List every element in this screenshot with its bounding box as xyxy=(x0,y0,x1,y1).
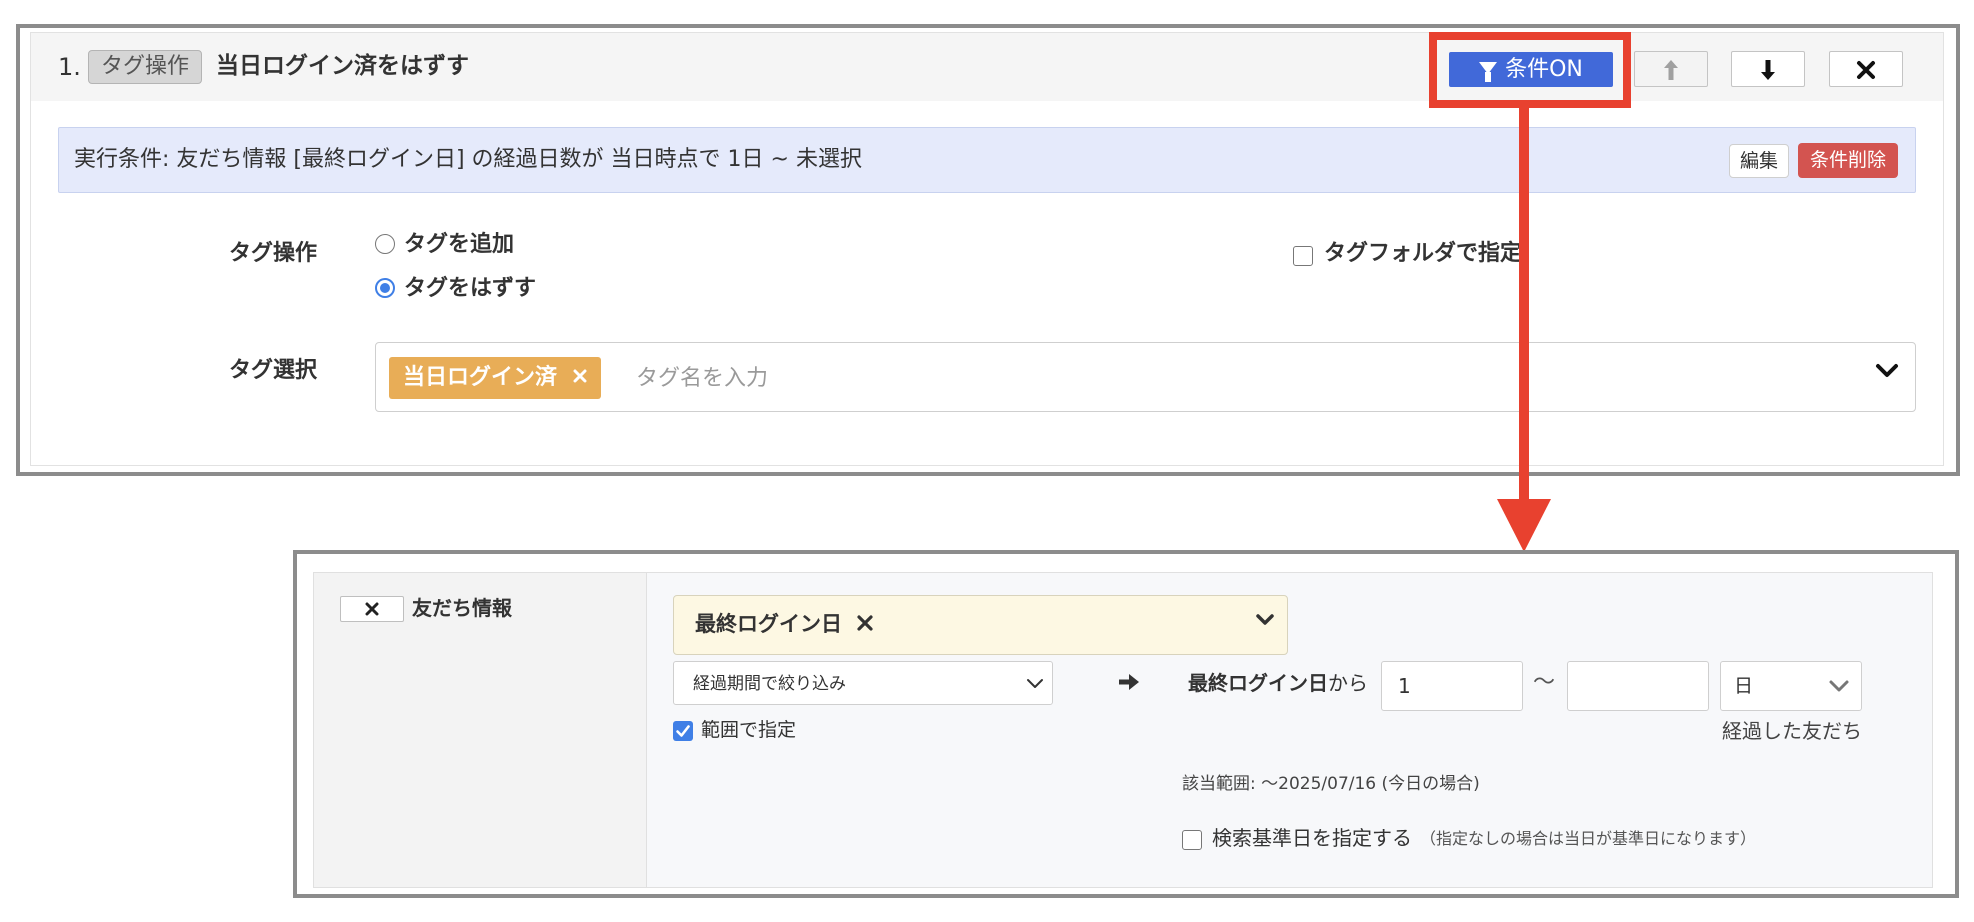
selected-tag-label: 当日ログイン済 xyxy=(403,365,558,390)
tag-name-input[interactable] xyxy=(636,362,1536,394)
radio-add-tag-label[interactable]: タグを追加 xyxy=(404,230,514,260)
move-down-button[interactable] xyxy=(1731,51,1805,87)
chevron-down-icon xyxy=(1829,680,1849,692)
elapsed-text: 経過した友だち xyxy=(1722,719,1862,743)
edit-condition-button[interactable]: 編集 xyxy=(1729,144,1789,178)
range-from-input[interactable] xyxy=(1381,661,1523,711)
connector-arrow-icon xyxy=(1497,104,1551,552)
applicable-range-text: 該当範囲: ～2025/07/16 (今日の場合) xyxy=(1182,774,1480,794)
tag-operation-label: タグ操作 xyxy=(229,241,318,266)
radio-remove-tag-label[interactable]: タグをはずす xyxy=(404,274,536,304)
chevron-down-icon[interactable] xyxy=(1252,607,1278,633)
since-field-label: 最終ログイン日から xyxy=(1188,669,1368,697)
remove-filter-button[interactable] xyxy=(340,596,404,622)
range-separator: 〜 xyxy=(1533,670,1556,695)
remove-condition-button[interactable]: 条件削除 xyxy=(1798,143,1898,178)
unit-select-value: 日 xyxy=(1734,675,1754,697)
range-to-input[interactable] xyxy=(1567,661,1709,711)
chevron-down-icon xyxy=(1027,679,1043,688)
condition-text: 実行条件: 友だち情報 [最終ログイン日] の経過日数が 当日時点で 1日 ~ … xyxy=(74,147,862,172)
selected-field-chip: 最終ログイン日 xyxy=(695,609,873,639)
chip-remove-icon[interactable] xyxy=(573,369,587,383)
tag-folder-checkbox[interactable] xyxy=(1293,246,1313,266)
field-remove-icon[interactable] xyxy=(857,615,873,631)
tag-select-label: タグ選択 xyxy=(229,358,318,383)
range-checkbox-label[interactable]: 範囲で指定 xyxy=(701,716,796,744)
close-icon xyxy=(365,602,379,616)
delete-step-button[interactable] xyxy=(1829,51,1903,87)
chevron-down-icon[interactable] xyxy=(1872,356,1902,386)
step-title: 当日ログイン済をはずす xyxy=(216,53,469,79)
filter-source-label: 友だち情報 xyxy=(412,596,512,620)
tag-folder-checkbox-label[interactable]: タグフォルダで指定 xyxy=(1324,239,1522,269)
base-date-note: （指定なしの場合は当日が基準日になります） xyxy=(1420,829,1757,848)
highlight-box xyxy=(1429,32,1631,108)
since-suffix: から xyxy=(1328,671,1368,695)
check-icon xyxy=(676,725,690,737)
range-checkbox[interactable] xyxy=(673,721,693,741)
base-date-checkbox-label[interactable]: 検索基準日を指定する xyxy=(1212,824,1412,852)
arrow-up-icon xyxy=(1664,60,1678,80)
arrow-right-icon xyxy=(1119,674,1139,690)
step-number: 1. xyxy=(58,53,81,81)
base-date-checkbox[interactable] xyxy=(1182,830,1202,850)
selected-field-label: 最終ログイン日 xyxy=(695,612,842,636)
close-icon xyxy=(1857,61,1875,79)
since-field-name: 最終ログイン日 xyxy=(1188,671,1328,695)
filter-mode-value: 経過期間で絞り込み xyxy=(693,674,846,694)
radio-remove-tag[interactable] xyxy=(375,278,395,298)
arrow-down-icon xyxy=(1761,60,1775,80)
move-up-button[interactable] xyxy=(1634,51,1708,87)
selected-tag-chip: 当日ログイン済 xyxy=(389,357,601,399)
step-type-badge: タグ操作 xyxy=(88,50,203,84)
radio-add-tag[interactable] xyxy=(375,234,395,254)
